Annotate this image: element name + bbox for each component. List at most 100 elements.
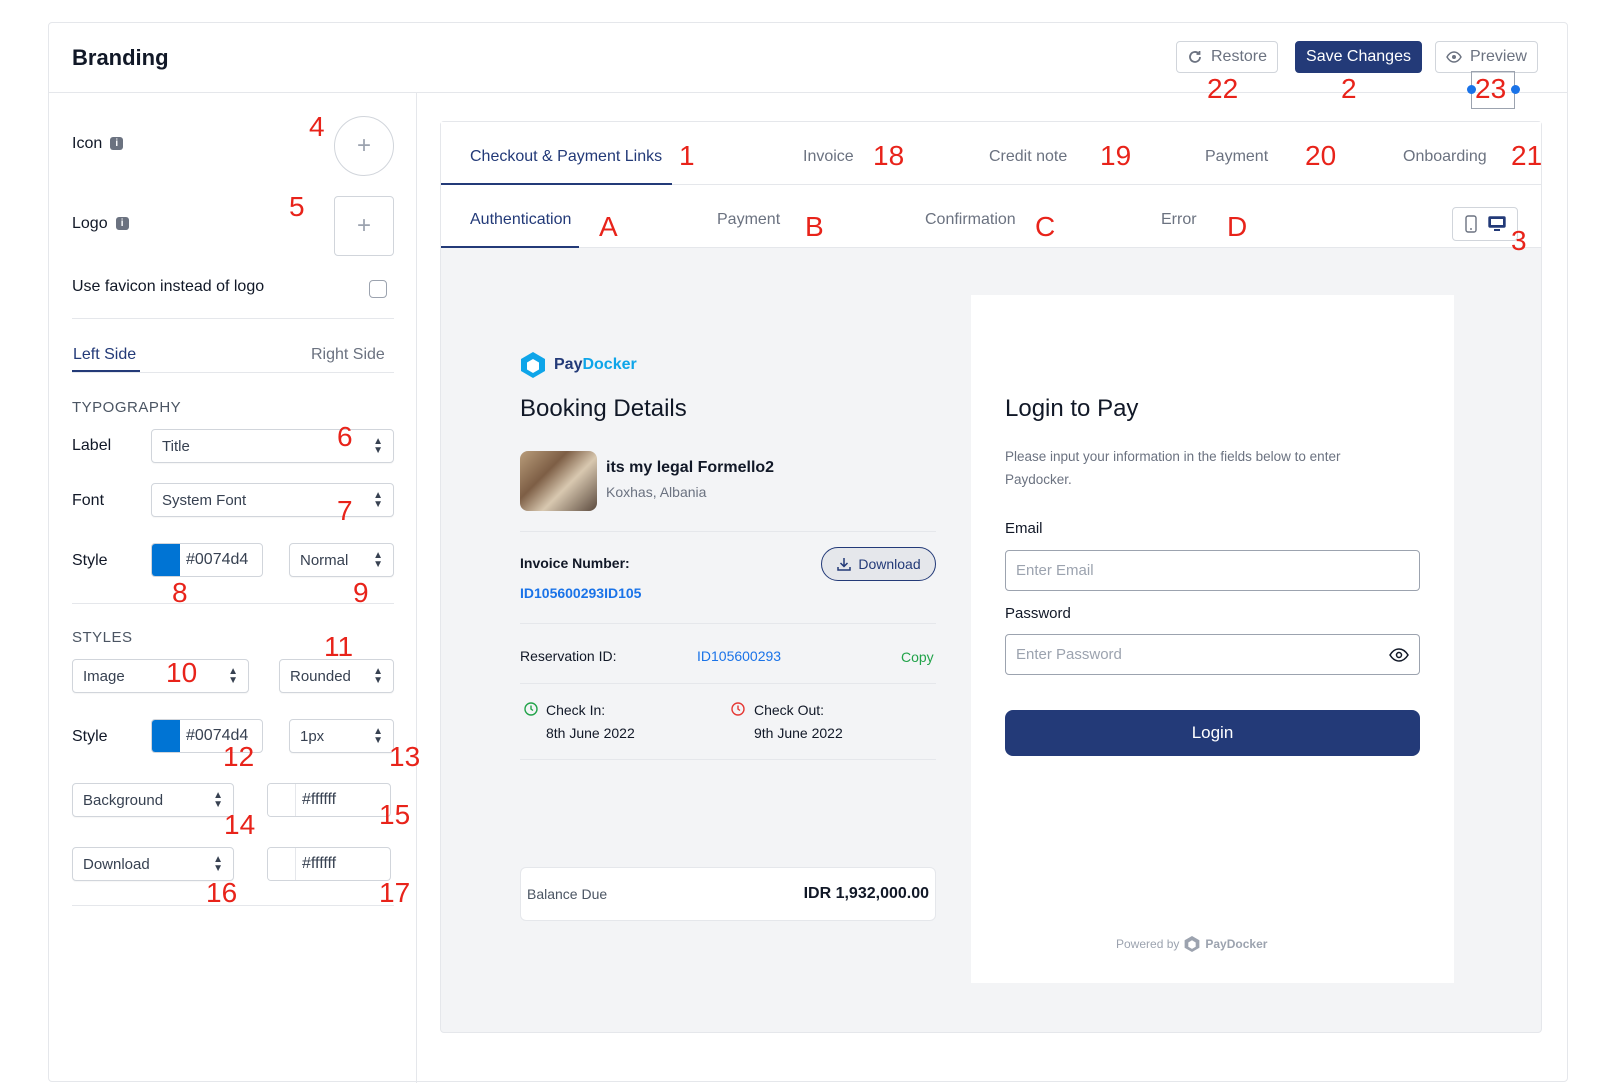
logo-label-row: Logo i	[72, 215, 129, 233]
eye-icon[interactable]	[1389, 647, 1409, 662]
label-select[interactable]: Title ▲ ▼	[151, 429, 394, 463]
refresh-icon	[1189, 51, 1201, 63]
subtab-payment[interactable]: Payment	[717, 211, 780, 229]
typo-color-value: #0074d4	[186, 551, 249, 568]
annotation-4: 4	[309, 111, 325, 142]
login-button-label: Login	[1191, 723, 1234, 742]
device-toggle[interactable]	[1452, 207, 1518, 241]
color-swatch[interactable]	[268, 848, 296, 880]
tab-payment[interactable]: Payment	[1205, 148, 1268, 166]
property-image	[520, 451, 597, 511]
check-out-date: 9th June 2022	[754, 725, 843, 741]
preview-label: Preview	[1470, 48, 1527, 65]
email-label: Email	[1005, 520, 1043, 537]
background-select[interactable]: Background ▲ ▼	[72, 783, 234, 817]
reservation-id-value[interactable]: ID105600293	[697, 648, 781, 664]
email-field[interactable]: Enter Email	[1005, 550, 1420, 591]
color-swatch[interactable]	[152, 720, 180, 752]
powered-by: Powered by PayDocker	[1116, 935, 1267, 953]
annotation-2: 2	[1341, 73, 1357, 104]
chevron-updown-icon: ▲ ▼	[373, 550, 383, 570]
selection-handle-right	[1511, 85, 1520, 94]
paydocker-hex-icon	[521, 352, 545, 378]
paydocker-hex-icon	[1184, 936, 1200, 952]
tab-right-side[interactable]: Right Side	[311, 346, 385, 364]
annotation-23: 23	[1475, 73, 1507, 104]
preview-button[interactable]: Preview	[1435, 41, 1538, 73]
download-select[interactable]: Download ▲ ▼	[72, 847, 234, 881]
check-in-label: Check In:	[546, 702, 606, 718]
annotation-6: 6	[337, 421, 353, 452]
desktop-icon[interactable]	[1487, 216, 1506, 232]
annotation-16: 16	[206, 877, 238, 908]
annotation-20: 20	[1305, 140, 1337, 171]
booking-title: Booking Details	[520, 395, 687, 422]
active-subtab-underline	[441, 246, 579, 248]
annotation-22: 22	[1207, 73, 1239, 104]
copy-button[interactable]: Copy	[901, 649, 934, 665]
login-title: Login to Pay	[1005, 395, 1139, 422]
typo-weight-select[interactable]: Normal ▲ ▼	[289, 543, 394, 577]
favicon-label: Use favicon instead of logo	[72, 278, 265, 295]
download-label: Download	[858, 556, 921, 572]
background-color-input[interactable]: #ffffff	[267, 783, 391, 817]
tab-credit-note[interactable]: Credit note	[989, 148, 1067, 166]
icon-upload-button[interactable]: +	[334, 116, 394, 176]
annotation-c: C	[1035, 211, 1056, 242]
divider	[520, 759, 936, 760]
tab-left-side[interactable]: Left Side	[73, 346, 136, 364]
clock-icon	[524, 702, 538, 716]
booking-details-preview: PayDocker Booking Details its my legal F…	[488, 295, 971, 983]
plus-icon: +	[356, 212, 371, 239]
left-side-underline	[72, 370, 140, 372]
annotation-7: 7	[337, 495, 353, 526]
favicon-checkbox[interactable]	[369, 280, 387, 298]
divider	[72, 318, 394, 319]
icon-label-row: Icon i	[72, 135, 124, 153]
password-placeholder: Enter Password	[1016, 646, 1122, 663]
mobile-icon[interactable]	[1464, 215, 1477, 233]
annotation-14: 14	[224, 809, 256, 840]
styles-type-select[interactable]: Image ▲ ▼	[72, 659, 249, 693]
invoice-number-label: Invoice Number:	[520, 555, 630, 571]
clock-icon	[731, 702, 745, 716]
background-color-value: #ffffff	[302, 791, 337, 808]
typography-heading: TYPOGRAPHY	[72, 399, 182, 416]
annotation-11: 11	[324, 631, 354, 662]
styles-border-select[interactable]: 1px ▲ ▼	[289, 719, 394, 753]
password-field[interactable]: Enter Password	[1005, 634, 1420, 675]
subtab-error[interactable]: Error	[1161, 211, 1197, 229]
styles-shape-select[interactable]: Rounded ▲ ▼	[279, 659, 394, 693]
typo-color-input[interactable]: #0074d4	[151, 543, 263, 577]
tab-invoice[interactable]: Invoice	[803, 148, 854, 166]
subtab-confirmation[interactable]: Confirmation	[925, 211, 1016, 229]
tab-checkout-payment-links[interactable]: Checkout & Payment Links	[470, 148, 662, 166]
font-field-label: Font	[72, 492, 105, 509]
logo-upload-button[interactable]: +	[334, 196, 394, 256]
invoice-number-value[interactable]: ID105600293ID105	[520, 585, 641, 601]
styles-border-value: 1px	[300, 727, 325, 745]
font-select[interactable]: System Font ▲ ▼	[151, 483, 394, 517]
tab-onboarding[interactable]: Onboarding	[1403, 148, 1487, 166]
annotation-5: 5	[289, 191, 305, 222]
property-location: Koxhas, Albania	[606, 484, 707, 500]
chevron-updown-icon: ▲ ▼	[213, 790, 223, 810]
login-description: Please input your information in the fie…	[1005, 449, 1341, 487]
password-label: Password	[1005, 605, 1071, 622]
annotation-10: 10	[166, 657, 198, 688]
annotation-21: 21	[1511, 140, 1543, 171]
color-swatch[interactable]	[268, 784, 296, 816]
info-icon[interactable]: i	[110, 137, 124, 151]
save-label: Save Changes	[1306, 48, 1411, 65]
styles-heading: STYLES	[72, 629, 133, 646]
info-icon[interactable]: i	[115, 217, 129, 231]
download-invoice-button[interactable]: Download	[821, 547, 936, 581]
download-color-input[interactable]: #ffffff	[267, 847, 391, 881]
subtab-authentication[interactable]: Authentication	[470, 211, 571, 229]
restore-button[interactable]: Restore	[1176, 41, 1279, 73]
chevron-updown-icon: ▲ ▼	[373, 436, 383, 456]
login-button[interactable]: Login	[1005, 710, 1420, 756]
label-field-label: Label	[72, 437, 112, 454]
save-changes-button[interactable]: Save Changes	[1295, 41, 1422, 73]
color-swatch[interactable]	[152, 544, 180, 576]
